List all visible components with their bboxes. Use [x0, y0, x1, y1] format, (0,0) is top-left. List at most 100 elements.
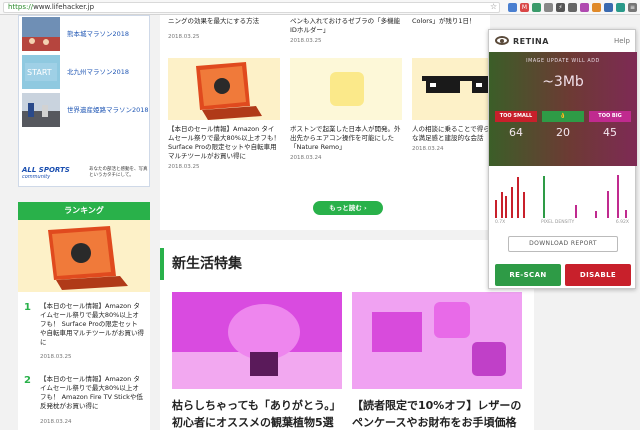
rank-title[interactable]: 【本日のセール情報】Amazon タイムセール祭りで最大80%以上オフも！ Am…: [40, 375, 144, 411]
brand-name: RETINA: [513, 37, 549, 46]
summary-label: IMAGE UPDATE WILL ADD: [526, 59, 600, 64]
web-page: 熊本城マラソン2018 START 北九州マラソン2018 世界遺産姫路マラソン…: [0, 15, 640, 430]
houseplant-photo: [172, 292, 342, 389]
section-accent-bar: [160, 248, 164, 280]
url-host: www.lifehacker.jp: [33, 3, 95, 11]
density-bar: [575, 205, 577, 218]
extension-icon[interactable]: [580, 3, 589, 12]
eye-icon: [495, 36, 509, 45]
section-article-image[interactable]: [172, 292, 342, 389]
density-bar: [543, 176, 545, 218]
nature-remo-photo: [290, 58, 402, 120]
density-bar: [625, 210, 627, 218]
section-article-image[interactable]: [352, 292, 522, 389]
article-image[interactable]: [290, 58, 402, 120]
extension-icon[interactable]: [568, 3, 577, 12]
article-image[interactable]: [168, 58, 280, 120]
race-item[interactable]: START 北九州マラソン2018: [19, 54, 151, 90]
article-title[interactable]: Colors」が残り1日！: [412, 17, 524, 26]
ranking-title: ランキング: [18, 202, 150, 220]
allsports-note: あなたの部活と感動を、写真というカタチにして。: [89, 167, 148, 178]
axis-max-label: 6.92X: [615, 220, 629, 225]
rank-date: 2018.03.25: [40, 354, 72, 360]
stat-value: 64: [509, 126, 523, 139]
race-label: 北九州マラソン2018: [67, 68, 130, 76]
summary-panel: IMAGE UPDATE WILL ADD ~3Mb TOO SMALL 64 …: [489, 52, 637, 166]
article-card[interactable]: Colors」が残り1日！: [412, 17, 524, 26]
density-bar: [517, 177, 519, 218]
address-bar[interactable]: https://www.lifehacker.jp: [3, 2, 500, 13]
stat-ok: 👌 20: [542, 111, 584, 156]
stat-caption: TOO BIG: [589, 111, 631, 122]
rank-date: 2018.03.24: [40, 419, 72, 425]
density-bar: [607, 191, 609, 218]
race-item[interactable]: 熊本城マラソン2018: [19, 16, 151, 52]
article-title[interactable]: ボストンで起業した日本人が開発。外出先からエアコン操作を可能にした「Nature…: [290, 125, 402, 152]
surface-pro-photo: [168, 58, 280, 120]
density-bar: [501, 192, 503, 218]
browser-toolbar: https://www.lifehacker.jp ☆ M ⚡ ≡: [0, 0, 640, 15]
menu-icon[interactable]: ≡: [628, 3, 637, 12]
density-bar: [511, 187, 513, 218]
bolt-icon[interactable]: ⚡: [556, 3, 565, 12]
article-card[interactable]: ボストンで起業した日本人が開発。外出先からエアコン操作を可能にした「Nature…: [290, 125, 402, 161]
new-life-section: 新生活特集 枯らしちゃっても「ありがとう。」初心者にオススメの観葉植物5選と 【…: [160, 240, 534, 430]
stat-value: 20: [556, 126, 570, 139]
read-more-button[interactable]: もっと読む ›: [313, 201, 383, 215]
stat-caption: TOO SMALL: [495, 111, 537, 122]
section-article-title[interactable]: 枯らしちゃっても「ありがとう。」初心者にオススメの観葉植物5選と: [172, 397, 342, 430]
help-link[interactable]: Help: [614, 37, 630, 45]
svg-text:START: START: [27, 68, 52, 77]
race-label: 世界遺産姫路マラソン2018: [67, 106, 149, 114]
allsports-logo-sub: community: [22, 174, 51, 180]
allsports-logo[interactable]: ALL SPORTS community: [22, 166, 82, 184]
extension-icon[interactable]: [508, 3, 517, 12]
density-bar: [523, 192, 525, 218]
article-card[interactable]: ニングの効果を最大にする方法 2018.03.25: [168, 17, 280, 40]
rank-number: 2: [24, 375, 31, 386]
article-date: 2018.03.24: [290, 155, 322, 161]
race-photo: START: [22, 55, 60, 89]
popup-header: RETINA Help: [489, 30, 637, 52]
pixel-density-graph: [495, 168, 629, 218]
retina-extension-icon[interactable]: [616, 3, 625, 12]
url-scheme: https://: [8, 3, 34, 11]
stat-too-big: TOO BIG 45: [589, 111, 631, 156]
article-title[interactable]: ニングの効果を最大にする方法: [168, 17, 280, 26]
article-card[interactable]: ペンも入れておけるゼブラの「多機能IDホルダー」 2018.03.25: [290, 17, 402, 44]
section-article-title[interactable]: 【読者限定で10%オフ】レザーのペンケースやお財布をお手頃価格: [352, 397, 522, 430]
density-bar: [505, 196, 507, 218]
allsports-logo-text: ALL SPORTS: [22, 166, 70, 174]
article-title[interactable]: 【本日のセール情報】Amazon タイムセール祭りで最大80%以上オフも！ Su…: [168, 125, 280, 161]
rescan-button[interactable]: RE-SCAN: [495, 264, 561, 286]
rank-number: 1: [24, 302, 31, 313]
density-bar: [617, 175, 619, 218]
bookmark-star-icon[interactable]: ☆: [490, 2, 497, 11]
stat-value: 45: [603, 126, 617, 139]
race-item[interactable]: 世界遺産姫路マラソン2018: [19, 92, 151, 128]
extension-icon[interactable]: [592, 3, 601, 12]
summary-value: ~3Mb: [542, 74, 584, 90]
density-bar: [595, 211, 597, 218]
ranking-image[interactable]: [18, 220, 150, 292]
extension-icon[interactable]: [544, 3, 553, 12]
rank-title[interactable]: 【本日のセール情報】Amazon タイムセール祭りで最大80%以上オフも！ Su…: [40, 302, 144, 347]
mail-icon[interactable]: M: [520, 3, 529, 12]
section-title: 新生活特集: [172, 256, 242, 272]
article-date: 2018.03.25: [168, 34, 200, 40]
article-title[interactable]: ペンも入れておけるゼブラの「多機能IDホルダー」: [290, 17, 402, 35]
race-label: 熊本城マラソン2018: [67, 30, 130, 38]
axis-min-label: 0.7X: [495, 220, 506, 225]
density-bar: [495, 200, 497, 218]
race-photo: [22, 17, 60, 51]
article-date: 2018.03.25: [290, 38, 322, 44]
race-photo: [22, 93, 60, 127]
article-card[interactable]: 【本日のセール情報】Amazon タイムセール祭りで最大80%以上オフも！ Su…: [168, 125, 280, 170]
read-more-label: もっと読む: [329, 204, 362, 212]
surface-pro-photo: [18, 220, 150, 292]
disable-button[interactable]: DISABLE: [565, 264, 631, 286]
download-report-button[interactable]: DOWNLOAD REPORT: [508, 236, 618, 252]
extension-icon[interactable]: [532, 3, 541, 12]
ranking-widget: ランキング 1 【本日のセール情報】Amazon タイムセール祭りで最大80%以…: [18, 202, 150, 430]
extension-icon[interactable]: [604, 3, 613, 12]
